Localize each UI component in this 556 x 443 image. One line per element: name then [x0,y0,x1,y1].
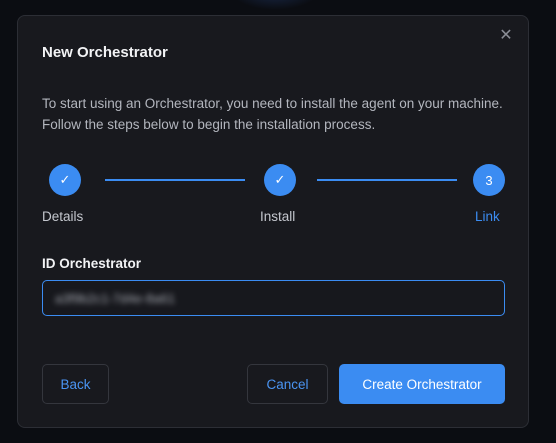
step-label-details: Details [42,209,84,224]
step-3-number: 3 [473,164,505,196]
installation-stepper: ✓ ✓ 3 Details Install Link [18,164,530,224]
step-1-check-icon: ✓ [49,164,81,196]
back-button[interactable]: Back [42,364,109,404]
close-icon[interactable]: ✕ [498,28,514,44]
id-orchestrator-field[interactable] [42,280,505,316]
dialog-title: New Orchestrator [42,44,168,61]
cancel-button[interactable]: Cancel [247,364,328,404]
new-orchestrator-dialog: ✕ New Orchestrator To start using an Orc… [17,15,529,428]
step-2-check-icon: ✓ [264,164,296,196]
backdrop-glow [230,0,320,10]
id-orchestrator-label: ID Orchestrator [42,256,142,271]
step-connector-1 [105,179,245,181]
step-label-install: Install [260,209,296,224]
id-orchestrator-input[interactable] [55,290,492,306]
step-connector-2 [317,179,457,181]
dialog-description: To start using an Orchestrator, you need… [42,96,503,132]
create-orchestrator-button[interactable]: Create Orchestrator [339,364,505,404]
step-label-link: Link [475,209,500,224]
